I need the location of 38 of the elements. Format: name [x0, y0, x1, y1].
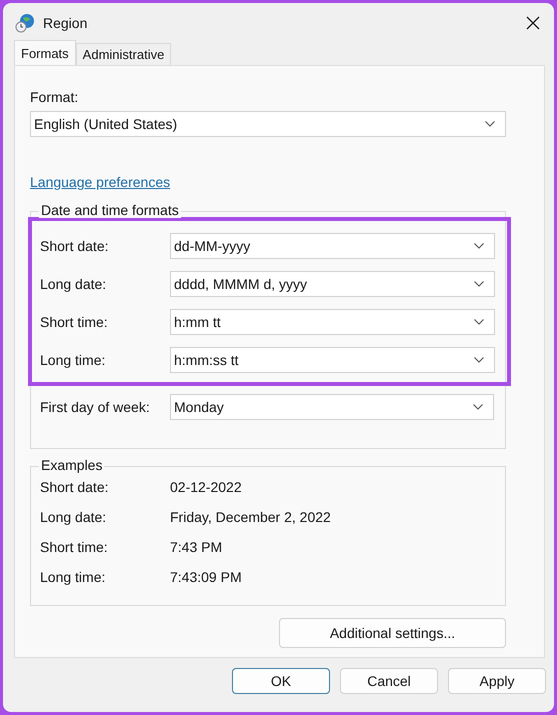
chevron-down-icon — [474, 357, 484, 363]
field-label: Long date: — [40, 276, 108, 292]
tab[interactable]: Administrative — [76, 43, 172, 65]
chevron-down-icon — [473, 404, 483, 410]
example-value: 7:43 PM — [170, 539, 222, 555]
weekday-dropdown[interactable]: Monday — [170, 394, 494, 420]
chevron-down-icon — [485, 121, 495, 127]
dialog-button[interactable]: Apply — [448, 668, 546, 694]
additional-settings-button[interactable]: Additional settings... — [279, 618, 506, 648]
language-preferences-link[interactable]: Language preferences — [30, 174, 170, 190]
example-label: Long date: — [40, 509, 108, 525]
example-label: Long time: — [40, 569, 106, 585]
format-dropdown[interactable]: h:mm:ss tt — [170, 347, 495, 373]
example-label: Short date: — [40, 479, 110, 495]
format-dropdown[interactable]: dd-MM-yyyy — [170, 233, 495, 259]
format-dropdown[interactable]: English (United States) — [30, 111, 506, 137]
example-value: 7:43:09 PM — [170, 569, 242, 585]
tab[interactable]: Formats — [14, 40, 76, 65]
field-label: Short time: — [40, 314, 109, 330]
example-value: Friday, December 2, 2022 — [170, 509, 331, 525]
group-title: Date and time formats — [39, 202, 181, 218]
window-title: Region — [43, 15, 88, 31]
example-label: Short time: — [40, 539, 109, 555]
field-label: Long time: — [40, 352, 106, 368]
chevron-down-icon — [474, 281, 484, 287]
ok-button[interactable]: OK — [232, 668, 330, 694]
field-label: First day of week: — [40, 399, 151, 415]
group-title: Examples — [39, 457, 104, 473]
example-value: 02-12-2022 — [170, 479, 242, 495]
format-dropdown[interactable]: dddd, MMMM d, yyyy — [170, 271, 495, 297]
close-icon[interactable] — [526, 16, 540, 30]
globe-clock-icon — [15, 13, 35, 33]
format-label: Format: — [30, 89, 80, 105]
chevron-down-icon — [474, 243, 484, 249]
dialog-button[interactable]: Cancel — [340, 668, 438, 694]
format-dropdown[interactable]: h:mm tt — [170, 309, 495, 335]
chevron-down-icon — [474, 319, 484, 325]
field-label: Short date: — [40, 238, 110, 254]
